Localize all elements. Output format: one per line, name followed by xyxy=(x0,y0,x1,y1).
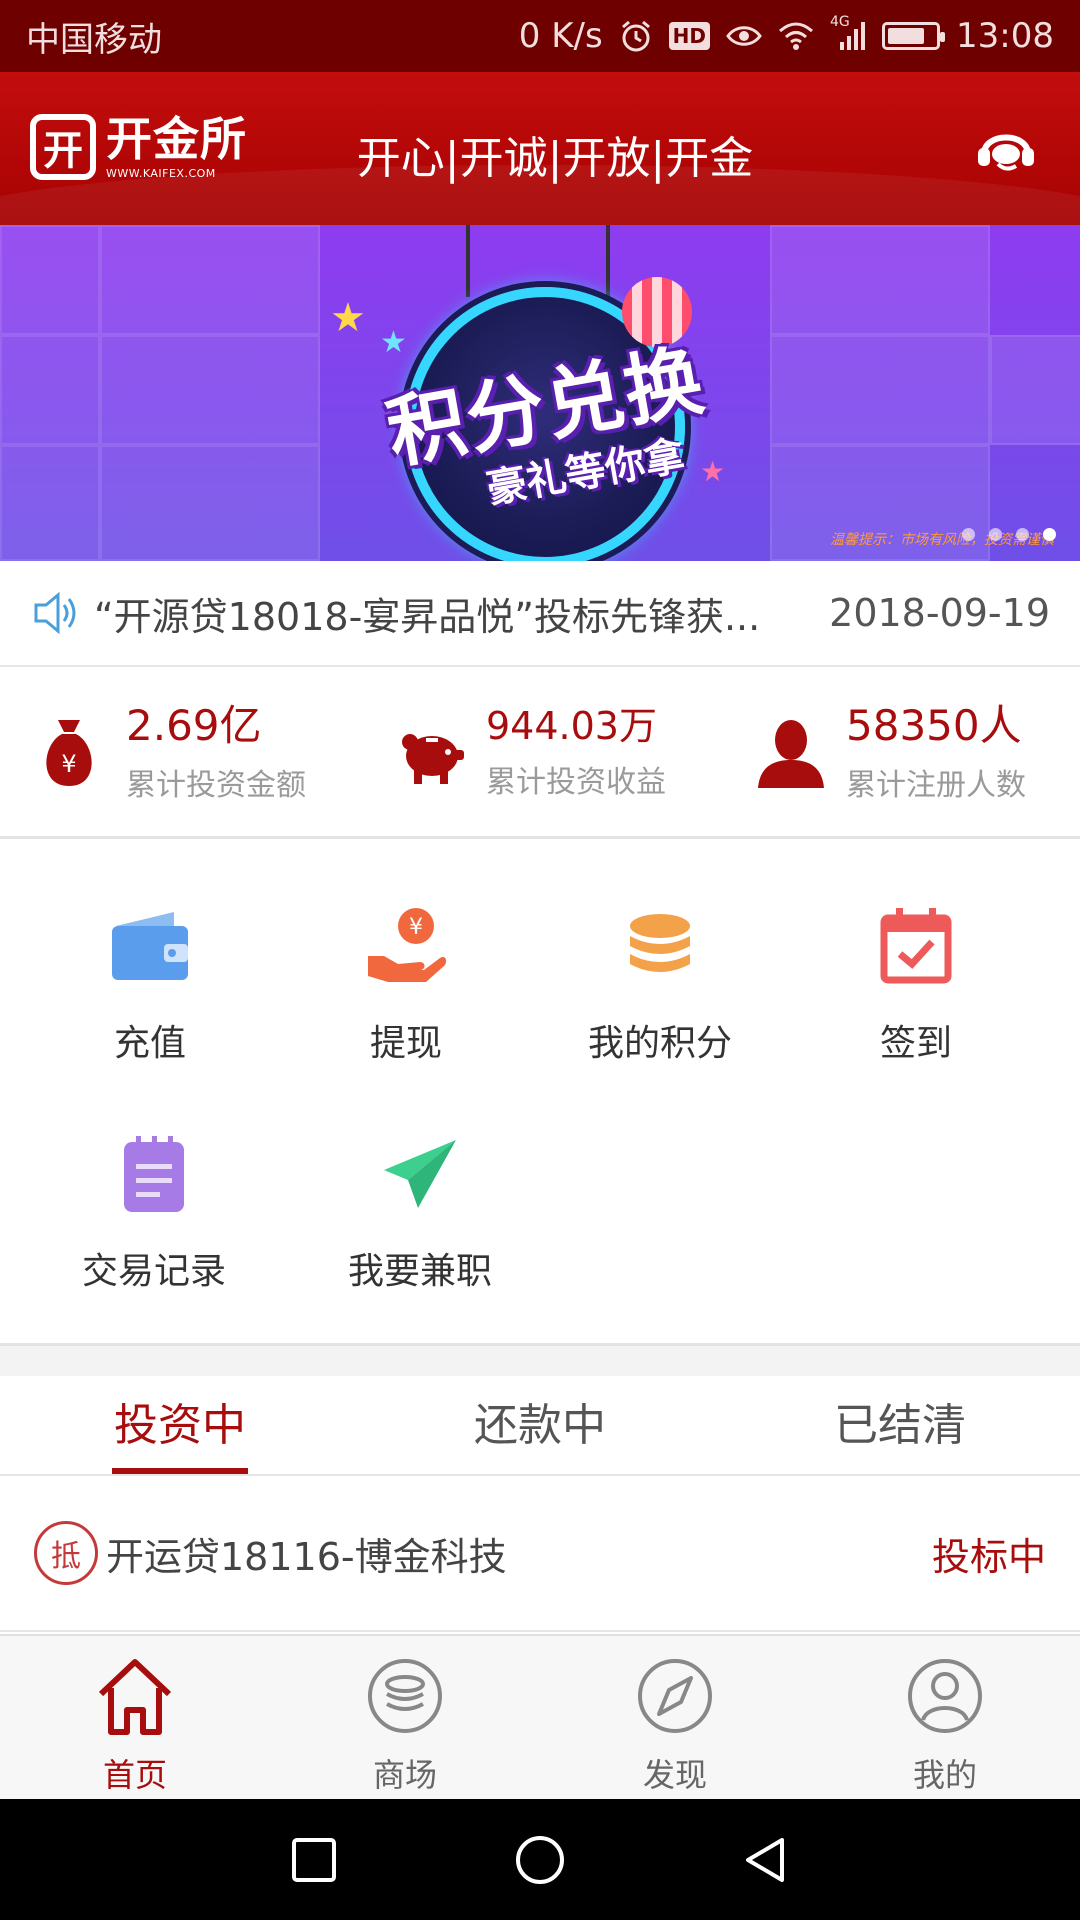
transaction-records-button[interactable]: 交易记录 xyxy=(44,1132,264,1294)
stat-label: 累计投资收益 xyxy=(486,765,666,801)
pagination-dot[interactable] xyxy=(1016,528,1029,541)
loan-status: 投标中 xyxy=(931,1534,1046,1579)
status-icons: 0 K/s HD 4G 13:08 xyxy=(518,14,1054,56)
wallet-icon xyxy=(108,904,192,988)
section-divider xyxy=(0,1346,1080,1376)
loan-status-tabs: 投资中 还款中 已结清 xyxy=(0,1376,1080,1476)
withdraw-button[interactable]: ¥ 提现 xyxy=(296,904,516,1066)
list-item[interactable]: 抵 开运贷18116-博金科技 投标中 xyxy=(0,1476,1080,1632)
star-icon: ★ xyxy=(330,295,366,341)
nav-mall[interactable]: 商场 xyxy=(270,1636,540,1799)
nav-label: 我的 xyxy=(912,1756,977,1794)
part-time-button[interactable]: 我要兼职 xyxy=(310,1132,530,1294)
home-icon xyxy=(93,1654,177,1738)
compass-icon xyxy=(633,1654,717,1738)
quick-actions: 充值 ¥ 提现 我的积分 签到 交易记录 我要兼职 xyxy=(0,842,1080,1346)
hd-icon: HD xyxy=(668,22,711,50)
money-bag-icon: ¥ xyxy=(36,716,102,790)
stat-registered-users: 58350人 累计注册人数 xyxy=(720,669,1080,836)
system-navigation xyxy=(0,1799,1080,1920)
stat-label: 累计投资金额 xyxy=(126,767,306,803)
notice-bar[interactable]: “开源贷18018-宴昇品悦”投标先锋获... 2018-09-19 xyxy=(0,561,1080,667)
collateral-badge: 抵 xyxy=(34,1521,98,1585)
stat-value: 58350人 xyxy=(846,701,1022,751)
promo-banner[interactable]: ★ ★ ★ 积分兑换 豪礼等你拿 温馨提示：市场有风险，投资需谨慎 xyxy=(0,225,1080,561)
mall-icon xyxy=(363,1654,447,1738)
customer-service-icon[interactable] xyxy=(976,124,1036,174)
notice-date: 2018-09-19 xyxy=(829,591,1050,635)
hd-label: HD xyxy=(672,24,707,48)
stat-value: 944.03万 xyxy=(486,703,657,748)
user-icon xyxy=(756,716,824,790)
platform-stats: ¥ 2.69亿 累计投资金额 944.03万 累计投资收益 58350人 累计注… xyxy=(0,669,1080,839)
nav-home[interactable]: 首页 xyxy=(0,1636,270,1799)
eye-icon xyxy=(726,23,762,49)
stat-value: 2.69亿 xyxy=(126,701,262,751)
loan-title: 开运贷18116-博金科技 xyxy=(106,1534,507,1579)
nav-profile[interactable]: 我的 xyxy=(810,1636,1080,1799)
clock: 13:08 xyxy=(956,16,1054,56)
recents-icon[interactable] xyxy=(286,1832,342,1888)
signal-icon: 4G xyxy=(830,14,866,52)
tab-investing[interactable]: 投资中 xyxy=(0,1376,360,1474)
calendar-check-icon xyxy=(874,904,958,988)
withdraw-icon: ¥ xyxy=(364,904,448,988)
battery-icon xyxy=(882,22,946,50)
profile-icon xyxy=(903,1654,987,1738)
action-label: 我要兼职 xyxy=(347,1251,492,1292)
paper-plane-icon xyxy=(378,1132,462,1216)
star-icon: ★ xyxy=(380,325,407,360)
wifi-icon xyxy=(778,21,814,51)
header-slogan: 开心|开诚|开放|开金 xyxy=(356,133,754,184)
notepad-icon xyxy=(112,1132,196,1216)
pagination-dot[interactable] xyxy=(962,528,975,541)
banner-pagination xyxy=(962,528,1056,541)
status-bar: 中国移动 0 K/s HD 4G 13:08 xyxy=(0,0,1080,72)
tab-repaying[interactable]: 还款中 xyxy=(360,1376,720,1474)
my-points-button[interactable]: 我的积分 xyxy=(550,904,770,1066)
action-label: 提现 xyxy=(369,1023,442,1064)
nav-label: 发现 xyxy=(642,1756,707,1794)
home-circle-icon[interactable] xyxy=(512,1832,568,1888)
notice-text[interactable]: “开源贷18018-宴昇品悦”投标先锋获... xyxy=(94,586,793,641)
check-in-button[interactable]: 签到 xyxy=(806,904,1026,1066)
svg-text:¥: ¥ xyxy=(409,915,423,940)
pagination-dot[interactable] xyxy=(989,528,1002,541)
action-label: 充值 xyxy=(113,1023,186,1064)
coins-icon xyxy=(618,904,702,988)
nav-label: 首页 xyxy=(102,1756,167,1794)
carrier-name: 中国移动 xyxy=(26,19,162,60)
stat-total-earnings: 944.03万 累计投资收益 xyxy=(360,669,720,836)
app-header: 开 开金所 WWW.KAIFEX.COM 开心|开诚|开放|开金 xyxy=(0,72,1080,225)
alarm-icon xyxy=(619,19,653,53)
network-type: 4G xyxy=(830,14,850,30)
pagination-dot-active[interactable] xyxy=(1043,528,1056,541)
action-label: 我的积分 xyxy=(587,1023,732,1064)
stat-total-investment: ¥ 2.69亿 累计投资金额 xyxy=(0,669,360,836)
recharge-button[interactable]: 充值 xyxy=(40,904,260,1066)
network-speed: 0 K/s xyxy=(518,16,603,56)
nav-label: 商场 xyxy=(372,1756,437,1794)
svg-text:¥: ¥ xyxy=(61,750,76,778)
action-label: 签到 xyxy=(879,1023,952,1064)
piggy-bank-icon xyxy=(396,716,464,790)
tab-settled[interactable]: 已结清 xyxy=(720,1376,1080,1474)
stat-label: 累计注册人数 xyxy=(846,767,1026,803)
speaker-icon xyxy=(30,587,82,639)
back-icon[interactable] xyxy=(738,1832,794,1888)
action-label: 交易记录 xyxy=(81,1251,226,1292)
nav-discover[interactable]: 发现 xyxy=(540,1636,810,1799)
bottom-navigation: 首页 商场 发现 我的 xyxy=(0,1634,1080,1799)
